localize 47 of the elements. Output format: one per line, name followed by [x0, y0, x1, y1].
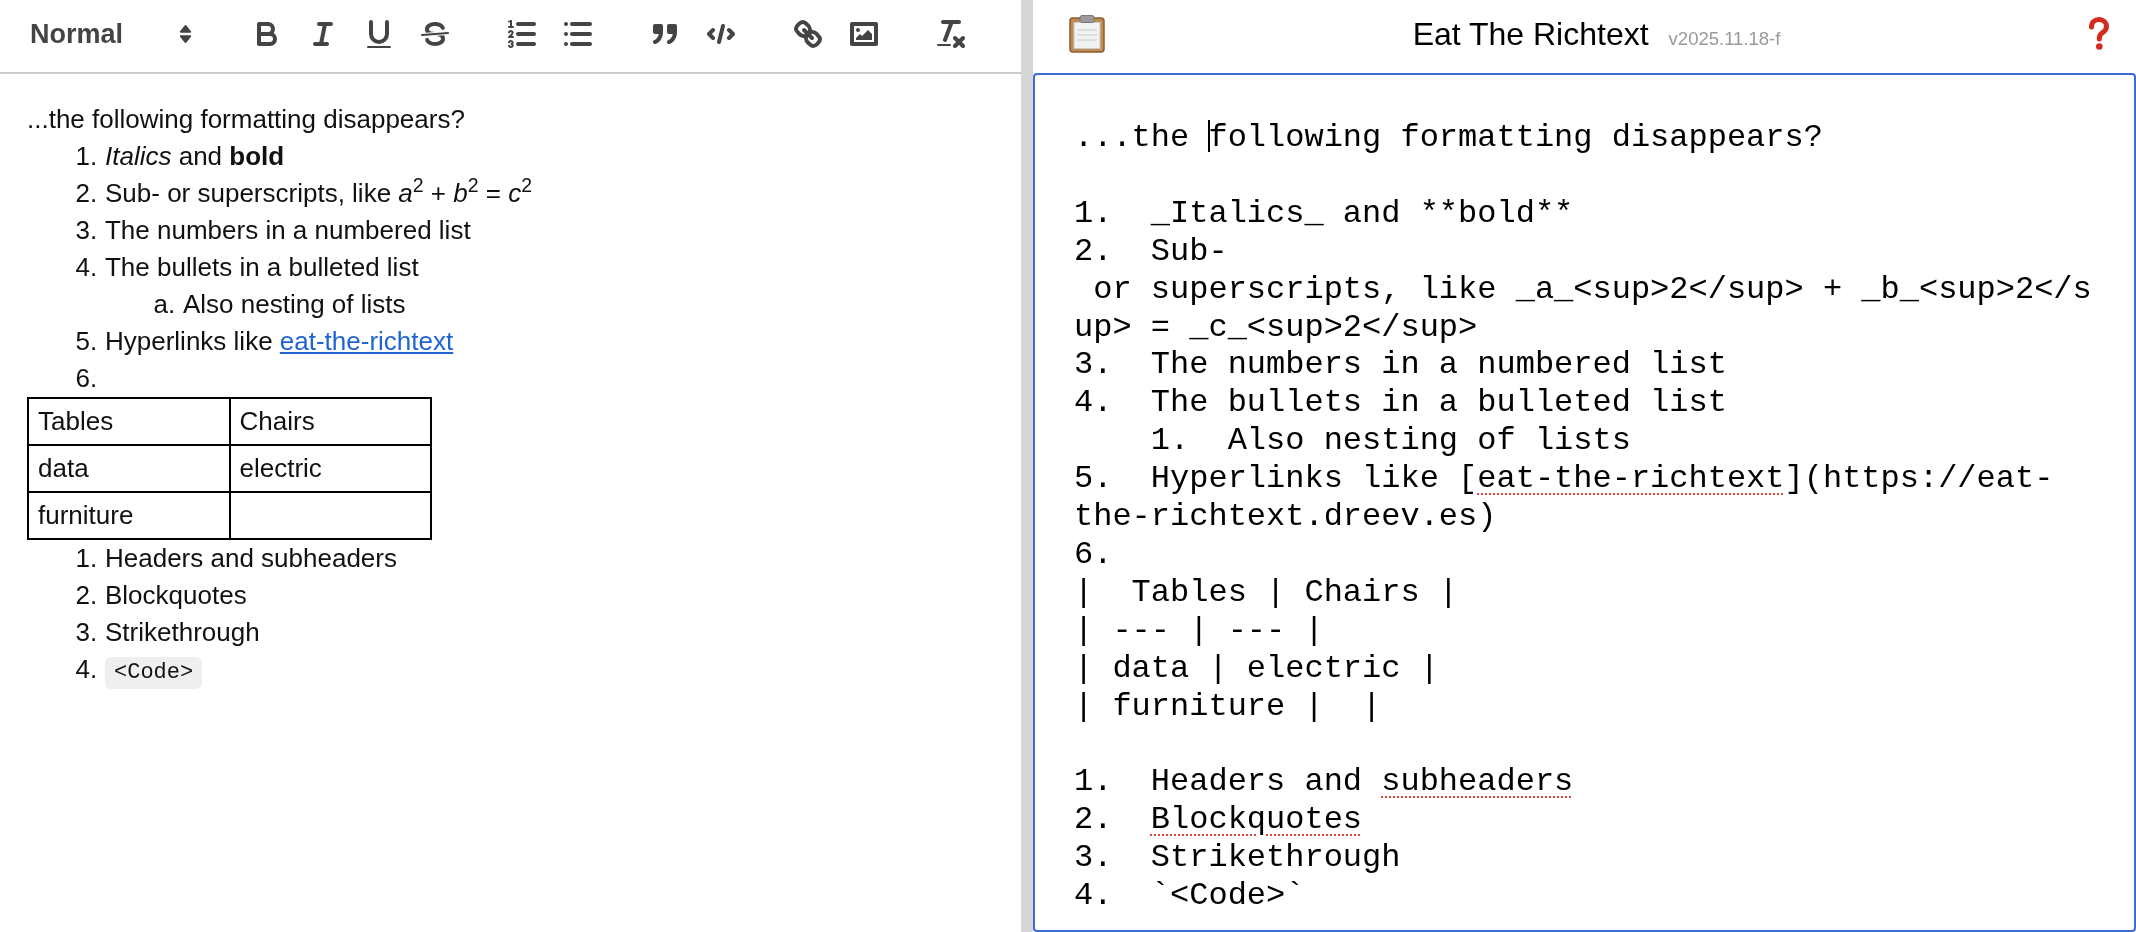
table-cell: data: [28, 445, 230, 492]
list-item-text: Italics and bold: [105, 140, 285, 173]
list-number: 4.: [74, 653, 98, 686]
bold-icon: [257, 22, 277, 46]
list-number: a.: [152, 288, 176, 321]
list-item-text: The bullets in a bulleted list: [105, 251, 419, 284]
italic-icon: [313, 22, 333, 46]
chain-link-icon: [794, 20, 822, 48]
clipboard-icon[interactable]: [1069, 14, 1105, 53]
code-icon: [707, 24, 735, 44]
hyperlink[interactable]: eat-the-richtext: [279, 326, 454, 356]
list-item-text: Headers and subheaders: [105, 542, 397, 575]
list-item-text: Also nesting of lists: [183, 288, 406, 321]
list-item-text: Hyperlinks like eat-the-richtext: [105, 325, 454, 358]
bulleted-list-icon: [564, 22, 592, 46]
table-cell: furniture: [28, 492, 230, 539]
table-header-cell: Tables: [28, 398, 230, 445]
list-item-text: Sub- or superscripts, like a$^{2}$ + b$^{2}$ = c$^{2}$: [105, 175, 533, 210]
list-number: 6.: [74, 362, 98, 395]
list-number: 3.: [74, 214, 98, 247]
help-icon[interactable]: [2088, 16, 2110, 51]
paragraph-text: ...the following formatting disappears?: [27, 103, 466, 136]
heading-format-select[interactable]: Normal: [16, 10, 208, 58]
list-number: 2.: [74, 177, 98, 210]
inline-code: <Code>: [105, 657, 203, 689]
quote-icon: [653, 24, 677, 44]
up-down-arrows-icon: [179, 23, 192, 45]
list-number: 1.: [74, 140, 98, 173]
numbered-list-icon: [508, 20, 536, 48]
table-header-cell: Chairs: [229, 398, 431, 445]
clear-formatting-icon: [937, 20, 965, 48]
list-number: 3.: [74, 616, 98, 649]
list-number: 5.: [74, 325, 98, 358]
version-label: v2025.11.18-f: [1668, 26, 1781, 51]
list-number: 1.: [74, 542, 98, 575]
list-number: 4.: [74, 251, 98, 284]
list-item-text: The numbers in a numbered list: [105, 214, 471, 247]
underline-icon: [367, 20, 391, 48]
table-cell: electric: [229, 445, 431, 492]
strikethrough-icon: [421, 22, 449, 46]
app-title: Eat The Richtext: [1412, 14, 1649, 54]
text-cursor: [1208, 120, 1211, 152]
markdown-text-area[interactable]: ...the following formatting disappears? 1. _Italics_ and **bold** 2. Sub- or superscripts, like _a_<sup>2</sup> + _b_<sup>2</s up> = _c_<sup>2</sup> 3. The numbers in a numbered list 4. The bullets in a bulleted list 1. Also nesting of lists 5. Hyperlinks like [eat-the-richtext](https://eat- the-richtext.dreev.es) 6. | Tables | Chairs | | --- | --- | | data | electric | | furniture | | 1. Headers and subheaders 2. Blockquotes 3. Strikethrough 4. `<Code>`: [1033, 73, 2136, 932]
list-item-text: Blockquotes: [105, 579, 247, 612]
list-number: 2.: [74, 579, 98, 612]
image-icon: [850, 22, 878, 46]
list-item-text: Strikethrough: [105, 616, 260, 649]
